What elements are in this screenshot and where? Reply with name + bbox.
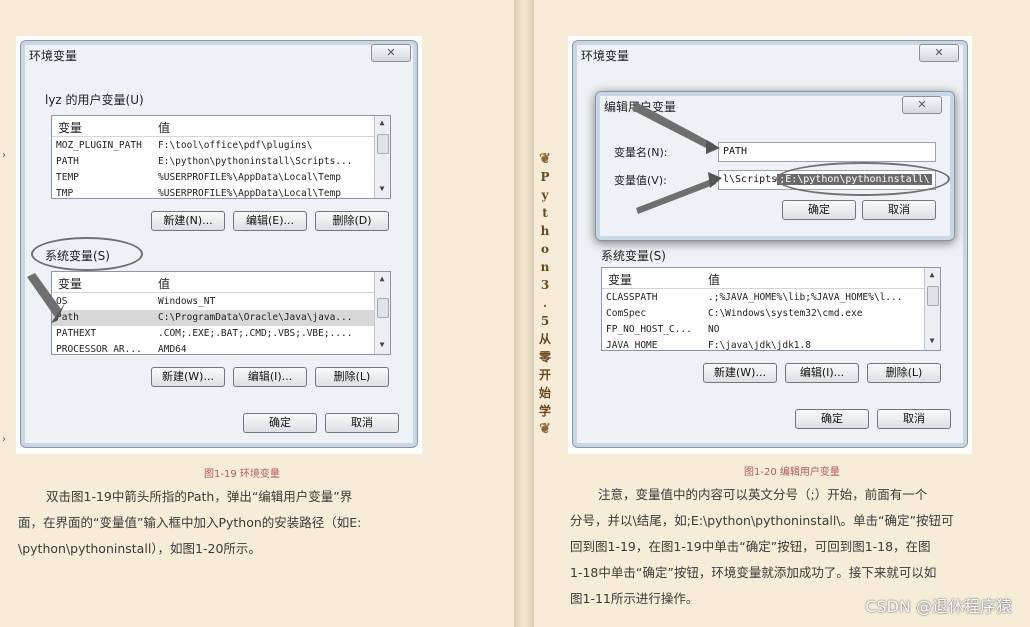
watermark: CSDN @退休程序猿	[865, 597, 1012, 616]
scroll-down-icon[interactable]: ▼	[927, 336, 937, 348]
cancel-button[interactable]: 取消	[877, 409, 951, 429]
sys-new-button[interactable]: 新建(W)...	[151, 367, 225, 387]
table-row[interactable]: ComSpec C:\Windows\system32\cmd.exe	[602, 306, 924, 322]
sys-edit-button[interactable]: 编辑(I)...	[233, 367, 307, 387]
table-row[interactable]: FP_NO_HOST_C... NO	[602, 322, 924, 338]
edge-mark-bottom: ›	[2, 434, 6, 445]
book-spine-title: ❦ Python 3. 5 从零开始学 ❦	[534, 150, 556, 438]
sys-delete-button[interactable]: 删除(L)	[867, 363, 941, 383]
col-header-var: 变量	[608, 273, 633, 287]
spine-char: 3	[540, 278, 550, 292]
sys-edit-button[interactable]: 编辑(I)...	[785, 363, 859, 383]
col-header-val: 值	[708, 273, 721, 287]
sys-vars-list[interactable]: 变量 值 CLASSPATH .;%JAVA_HOME%\lib;%JAVA_HO…	[601, 267, 941, 351]
spine-char: n	[540, 260, 550, 274]
spine-char: y	[541, 188, 549, 202]
close-button[interactable]: ✕	[919, 44, 959, 62]
window-title: 环境变量	[581, 49, 630, 63]
sys-delete-button[interactable]: 删除(L)	[315, 367, 389, 387]
sys-vars-group-title: 系统变量(S)	[601, 249, 666, 263]
spine-char: 5	[540, 314, 550, 328]
spine-char: P	[540, 170, 550, 184]
scroll-thumb[interactable]	[927, 286, 939, 306]
spine-char: 零	[538, 350, 551, 364]
sys-list-scrollbar[interactable]: ▲ ▼	[924, 268, 940, 350]
figure-caption: 图1-19 环境变量	[204, 469, 280, 480]
figure-1-19: 环境变量 ✕ lyz 的用户变量(U) 变量 值 MOZ_PLUGIN_PATH…	[16, 36, 422, 454]
sys-new-button[interactable]: 新建(W)...	[703, 363, 777, 383]
list-header: 变量 值	[602, 268, 924, 289]
env-vars-window: 环境变量 ✕ 系统变量(S) 变量 值 CLASSPATH .;%JAVA_HOM…	[572, 40, 968, 448]
spine-ornament-icon: ❦	[539, 151, 551, 167]
spine-char: t	[542, 206, 548, 220]
ok-button[interactable]: 确定	[795, 409, 869, 429]
spine-char: 开	[538, 368, 551, 382]
left-paragraph: 双击图1-19中箭头所指的Path，弹出“编辑用户变量”界 面，在界面的“变量值…	[18, 489, 362, 556]
table-row[interactable]: CLASSPATH .;%JAVA_HOME%\lib;%JAVA_HOME%\l…	[602, 290, 924, 306]
spine-char: 从	[538, 332, 551, 346]
cancel-button[interactable]: 取消	[325, 413, 399, 433]
spine-text: Python 3. 5 从零开始学	[534, 168, 556, 420]
spine-char: h	[540, 224, 550, 238]
spine-char: 始	[538, 386, 551, 400]
spine-ornament-icon: ❦	[539, 421, 551, 437]
figure-caption: 图1-20 编辑用户变量	[744, 467, 840, 478]
env-vars-window: 环境变量 ✕ lyz 的用户变量(U) 变量 值 MOZ_PLUGIN_PATH…	[20, 40, 418, 448]
scroll-up-icon[interactable]: ▲	[927, 270, 937, 282]
edge-mark-top: ›	[2, 150, 6, 161]
arrow-annotation	[632, 102, 722, 214]
book-gutter	[514, 0, 534, 627]
table-row[interactable]: JAVA_HOME F:\java\jdk\jdk1.8	[602, 338, 924, 350]
spine-char: 学	[538, 404, 551, 418]
spine-char: .	[542, 296, 548, 310]
ok-button[interactable]: 确定	[243, 413, 317, 433]
figure-1-20: 环境变量 ✕ 系统变量(S) 变量 值 CLASSPATH .;%JAVA_HOM…	[568, 36, 972, 454]
edit-user-variable-dialog: 编辑用户变量 ✕ 变量名(N): PATH 变量值(V): l\Scripts;…	[595, 91, 955, 241]
spine-char: o	[540, 242, 549, 256]
